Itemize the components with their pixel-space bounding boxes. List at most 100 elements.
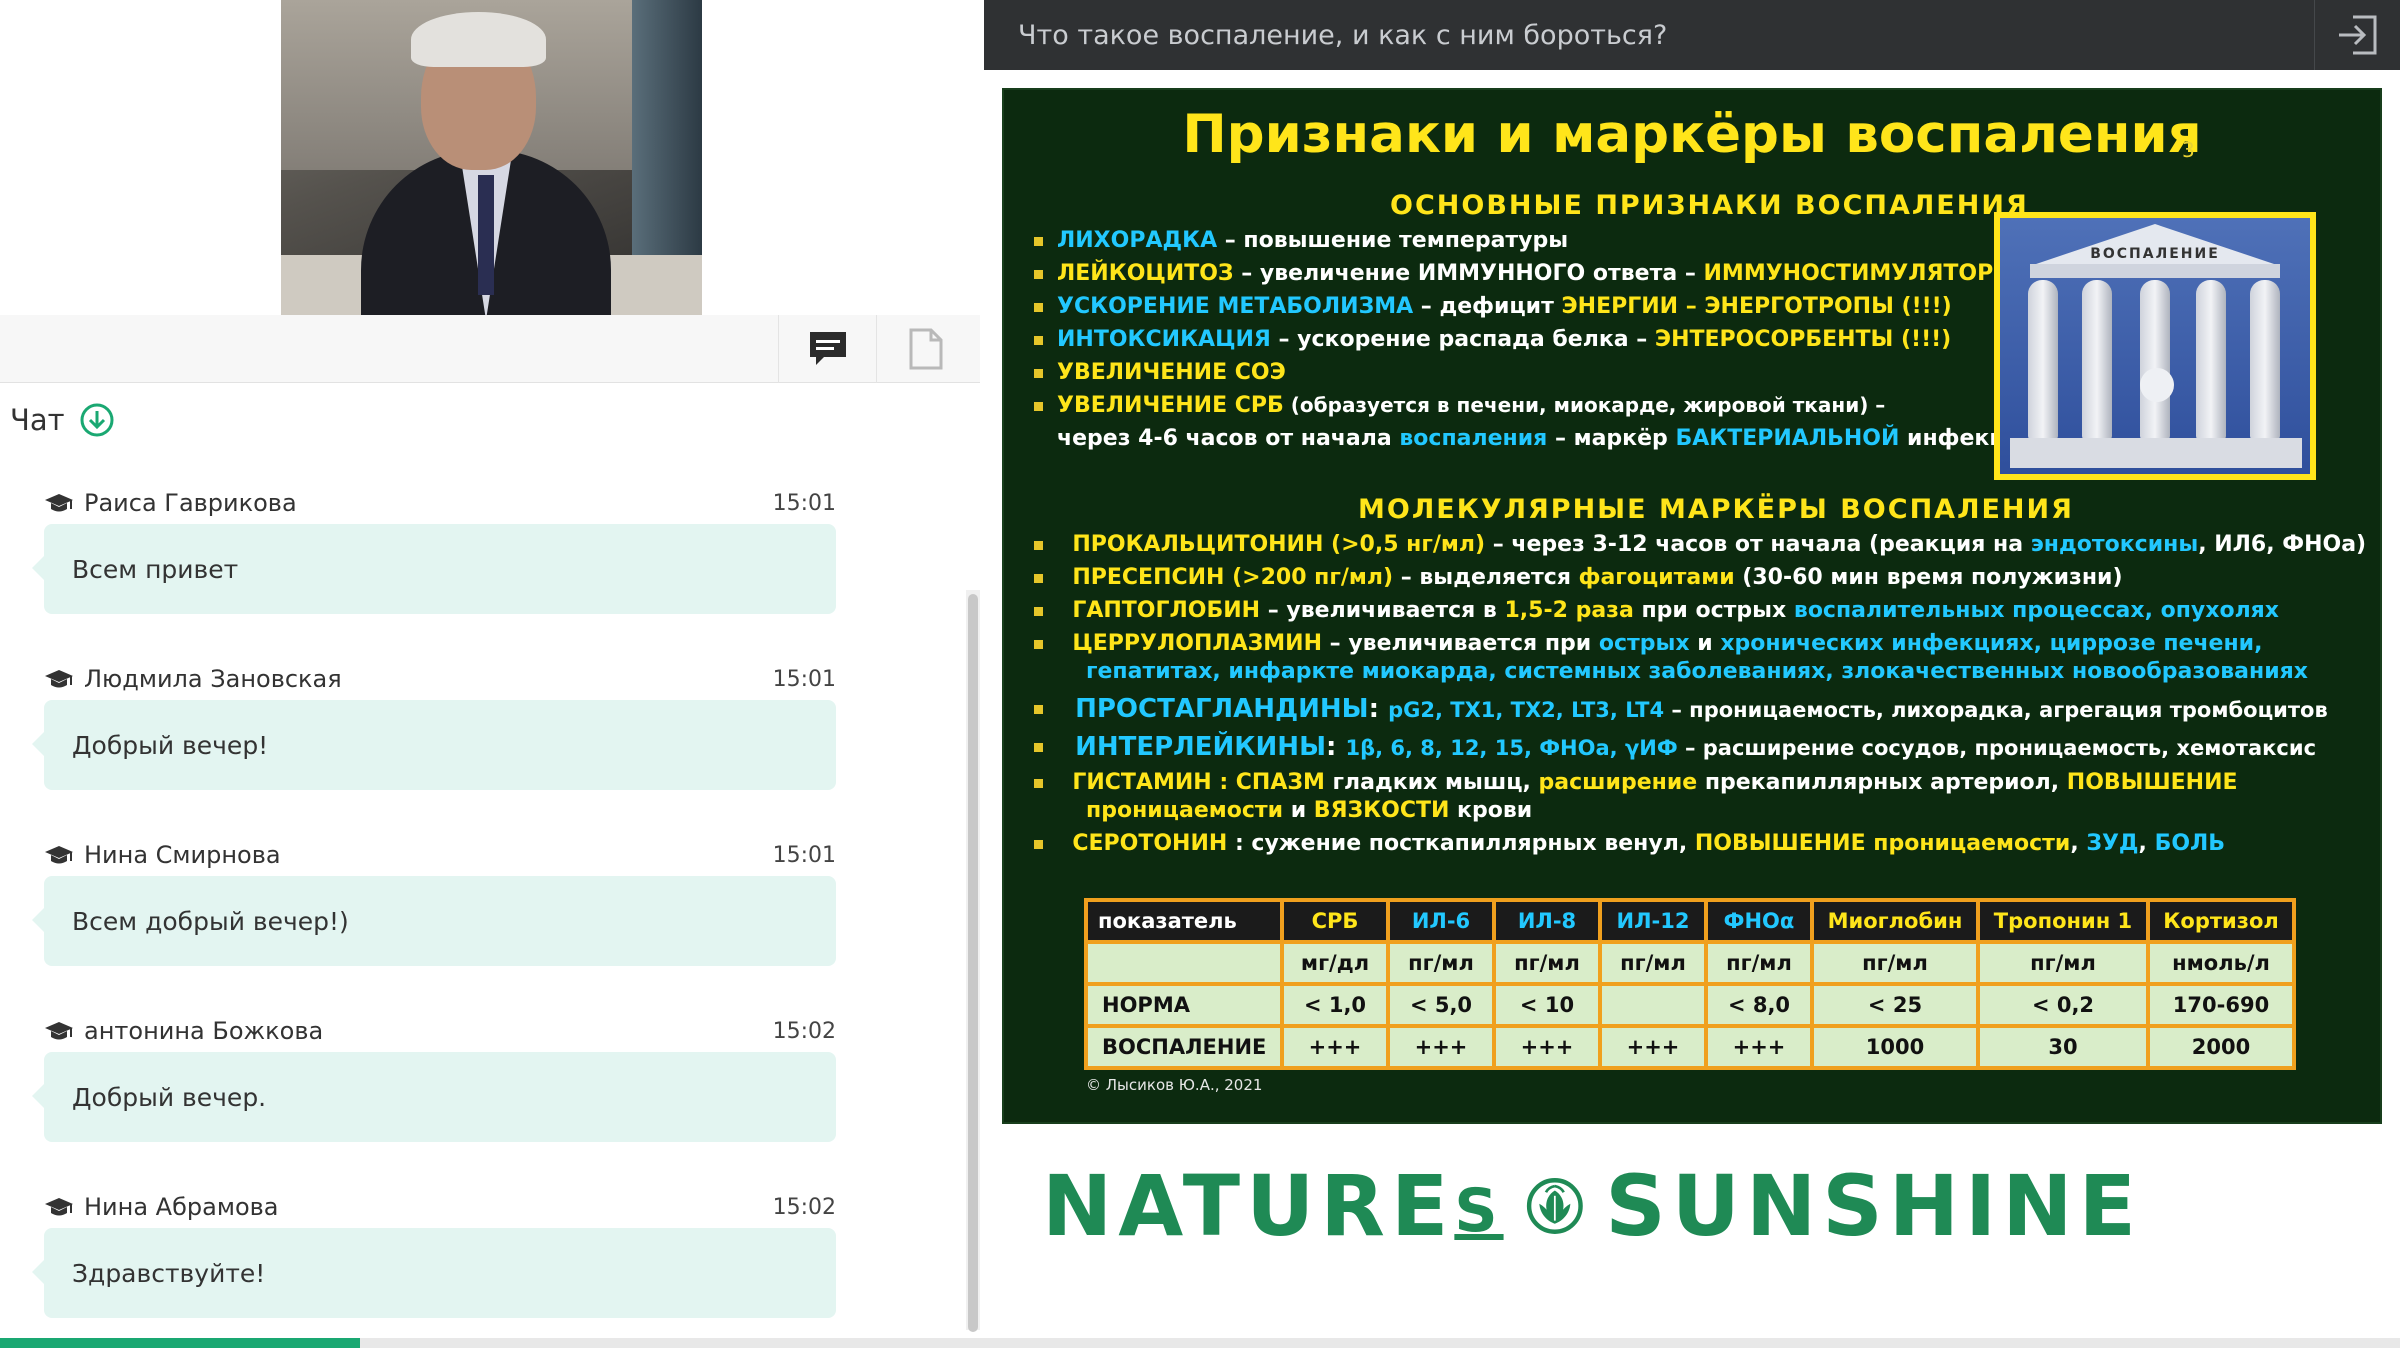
message-author: Нина Смирнова: [84, 841, 281, 869]
marker-item: ГАПТОГЛОБИН – увеличивается в 1,5-2 раза…: [1034, 598, 2279, 623]
message-bubble: Здравствуйте!: [32, 1228, 836, 1318]
section-title-signs: ОСНОВНЫЕ ПРИЗНАКИ ВОСПАЛЕНИЯ: [1390, 190, 2029, 221]
table-header: Миоглобин: [1810, 898, 1980, 944]
slide-title: Признаки и маркёры воспаления: [1182, 104, 2202, 165]
sign-item: ЛЕЙКОЦИТОЗ – увеличение ИММУННОГО ответа…: [1034, 261, 2016, 286]
table-cell: НОРМА: [1084, 982, 1284, 1028]
topic-title: Что такое воспаление, и как с ним бороть…: [1018, 19, 1668, 51]
message-bubble: Всем привет: [32, 524, 836, 614]
table-header: СРБ: [1280, 898, 1390, 944]
reference-table: показатель СРБ ИЛ-6 ИЛ-8 ИЛ-12 ФНОα Миог…: [1084, 898, 2296, 1070]
marker-item: ПРОСТАГЛАНДИНЫ: pG2, TX1, TX2, LT3, LT4 …: [1034, 694, 2328, 724]
table-row: мг/дл пг/мл пг/мл пг/мл пг/мл пг/мл пг/м…: [1084, 940, 2296, 986]
table-cell: < 25: [1810, 982, 1980, 1028]
sign-item: УВЕЛИЧЕНИЕ СОЭ: [1034, 360, 1286, 385]
chat-message: Нина Абрамова 15:02 Здравствуйте!: [32, 1182, 836, 1348]
table-cell: +++: [1598, 1024, 1708, 1070]
chat-title: Чат: [10, 403, 65, 437]
message-author: Раиса Гаврикова: [84, 489, 297, 517]
chat-header: Чат: [10, 400, 115, 440]
exit-button[interactable]: [2314, 0, 2400, 70]
graduation-cap-icon: [45, 1198, 73, 1216]
topic-bar: Что такое воспаление, и как с ним бороть…: [984, 0, 2400, 70]
table-cell: нмоль/л: [2146, 940, 2296, 986]
table-cell: [1084, 940, 1284, 986]
chat-message: Нина Смирнова 15:01 Всем добрый вечер!): [32, 830, 836, 1006]
graduation-cap-icon: [45, 1022, 73, 1040]
sign-item: УВЕЛИЧЕНИЕ СРБ (образуется в печени, мио…: [1034, 393, 1885, 418]
playback-progress-fill: [0, 1338, 360, 1348]
tab-chat[interactable]: [778, 315, 876, 383]
chat-message: антонина Божкова 15:02 Добрый вечер.: [32, 1006, 836, 1182]
inflammation-illustration: ВОСПАЛЕНИЕ: [1994, 212, 2316, 480]
marker-item: ПРЕСЕПСИН (>200 пг/мл) – выделяется фаго…: [1034, 565, 2123, 590]
table-cell: +++: [1704, 1024, 1814, 1070]
message-time: 15:01: [772, 490, 836, 516]
marker-item: ИНТЕРЛЕЙКИНЫ: 1β, 6, 8, 12, 15, ФНОа, γИ…: [1034, 732, 2316, 762]
webcam-video[interactable]: [281, 0, 702, 315]
table-cell: пг/мл: [1810, 940, 1980, 986]
table-header: ИЛ-8: [1492, 898, 1602, 944]
illustration-label: ВОСПАЛЕНИЕ: [2090, 246, 2220, 262]
left-pane: Чат Раиса Гаврикова 15:01 Всем привет Лю…: [0, 0, 980, 1348]
graduation-cap-icon: [45, 494, 73, 512]
sign-item: УСКОРЕНИЕ МЕТАБОЛИЗМА – дефицит ЭНЕРГИИ …: [1034, 294, 1952, 319]
marker-item: ЦЕРРУЛОПЛАЗМИН – увеличивается при остры…: [1034, 631, 2262, 656]
presentation-slide: Признаки и маркёры воспаления 3 ОСНОВНЫЕ…: [1002, 88, 2382, 1124]
table-cell: < 1,0: [1280, 982, 1390, 1028]
table-cell: ВОСПАЛЕНИЕ: [1084, 1024, 1284, 1070]
table-header: ИЛ-12: [1598, 898, 1708, 944]
table-cell: пг/мл: [1386, 940, 1496, 986]
right-pane: Что такое воспаление, и как с ним бороть…: [984, 0, 2400, 1338]
slide-copyright: © Лысиков Ю.А., 2021: [1086, 1076, 1263, 1094]
message-time: 15:01: [772, 842, 836, 868]
chat-message: Людмила Зановская 15:01 Добрый вечер!: [32, 654, 836, 830]
logo-word-nature: NATURES: [1042, 1156, 1504, 1255]
leaf-mark-icon: [1526, 1177, 1583, 1234]
table-cell: мг/дл: [1280, 940, 1390, 986]
marker-item: ГИСТАМИН : СПАЗМ гладких мышц, расширени…: [1034, 770, 2238, 795]
table-cell: +++: [1280, 1024, 1390, 1070]
chat-scrollbar-thumb[interactable]: [968, 594, 978, 1332]
table-cell: +++: [1386, 1024, 1496, 1070]
tab-files[interactable]: [876, 315, 974, 383]
sign-in-icon: [2338, 15, 2376, 55]
playback-progress-bar[interactable]: [0, 1338, 2400, 1348]
message-author: Людмила Зановская: [84, 665, 342, 693]
table-cell: < 8,0: [1704, 982, 1814, 1028]
table-cell: 1000: [1810, 1024, 1980, 1070]
table-cell: < 5,0: [1386, 982, 1496, 1028]
table-header: ИЛ-6: [1386, 898, 1496, 944]
marker-item: ПРОКАЛЬЦИТОНИН (>0,5 нг/мл) – через 3-12…: [1034, 532, 2366, 557]
graduation-cap-icon: [45, 846, 73, 864]
table-header: Кортизол: [2146, 898, 2296, 944]
chat-message: Раиса Гаврикова 15:01 Всем привет: [32, 478, 836, 654]
table-header: Тропонин 1: [1976, 898, 2150, 944]
table-cell: [1598, 982, 1708, 1028]
panel-tab-bar: [0, 315, 980, 383]
message-time: 15:01: [772, 666, 836, 692]
message-time: 15:02: [772, 1194, 836, 1220]
table-cell: +++: [1492, 1024, 1602, 1070]
table-header-row: показатель СРБ ИЛ-6 ИЛ-8 ИЛ-12 ФНОα Миог…: [1084, 898, 2296, 944]
sign-item-continued: через 4-6 часов от начала воспаления – м…: [1057, 426, 2037, 451]
section-title-markers: МОЛЕКУЛЯРНЫЕ МАРКЁРЫ ВОСПАЛЕНИЯ: [1358, 494, 2074, 525]
table-cell: 170-690: [2146, 982, 2296, 1028]
table-cell: < 0,2: [1976, 982, 2150, 1028]
table-row: НОРМА < 1,0 < 5,0 < 10 < 8,0 < 25 < 0,2 …: [1084, 982, 2296, 1028]
table-row: ВОСПАЛЕНИЕ +++ +++ +++ +++ +++ 1000 30 2…: [1084, 1024, 2296, 1070]
logo-word-sunshine: SUNSHINE: [1605, 1156, 2142, 1255]
message-author: Нина Абрамова: [84, 1193, 279, 1221]
scroll-down-icon[interactable]: [79, 402, 115, 438]
table-cell: пг/мл: [1492, 940, 1602, 986]
slide-number: 3: [2182, 138, 2195, 162]
table-header: ФНОα: [1704, 898, 1814, 944]
table-cell: пг/мл: [1976, 940, 2150, 986]
message-bubble: Добрый вечер.: [32, 1052, 836, 1142]
natures-sunshine-logo: NATURES SUNSHINE: [1042, 1138, 2142, 1273]
table-header: показатель: [1084, 898, 1284, 944]
table-cell: 2000: [2146, 1024, 2296, 1070]
message-bubble: Всем добрый вечер!): [32, 876, 836, 966]
message-author: антонина Божкова: [84, 1017, 324, 1045]
app-root: Чат Раиса Гаврикова 15:01 Всем привет Лю…: [0, 0, 2400, 1348]
